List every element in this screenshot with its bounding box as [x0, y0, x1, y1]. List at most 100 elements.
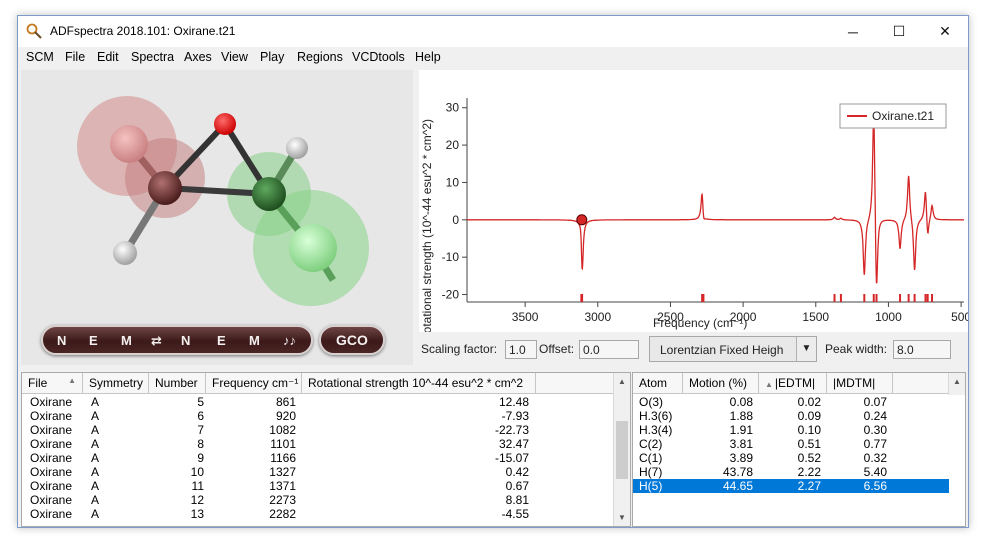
- table-row[interactable]: Oxirane A 13 2282 -4.55: [22, 507, 630, 521]
- table-cell: A: [91, 437, 100, 451]
- table-row[interactable]: C(1) 3.89 0.52 0.32: [633, 451, 949, 465]
- sound-icon[interactable]: ♪♪: [283, 333, 296, 348]
- x-tick-label: 3500: [512, 310, 539, 324]
- close-button[interactable]: ✕: [922, 16, 968, 47]
- table-cell: 1327: [269, 465, 296, 479]
- atom-h-top[interactable]: [286, 137, 308, 159]
- molecule-viewer[interactable]: N E M ⇄ N E M ♪♪ GCO: [21, 70, 413, 365]
- normal-vector-button[interactable]: N: [57, 333, 66, 348]
- atoms-scrollbar[interactable]: ▲: [948, 373, 965, 395]
- col-edtm[interactable]: ▲ |EDTM|: [759, 373, 827, 394]
- mdtm-sphere-button[interactable]: M: [249, 333, 260, 348]
- table-cell: C(2): [639, 437, 663, 451]
- table-row[interactable]: Oxirane A 7 1082 -22.73: [22, 423, 630, 437]
- lineshape-select[interactable]: Lorentzian Fixed Heigh ▼: [649, 336, 817, 362]
- table-row[interactable]: Oxirane A 9 1166 -15.07: [22, 451, 630, 465]
- col-mdtm[interactable]: |MDTM|: [827, 373, 893, 394]
- table-cell: 5: [197, 395, 204, 409]
- chevron-down-icon[interactable]: ▼: [796, 337, 816, 361]
- table-row[interactable]: H.3(6) 1.88 0.09 0.24: [633, 409, 949, 423]
- scroll-up-icon[interactable]: ▲: [949, 373, 965, 390]
- menu-axes[interactable]: Axes: [184, 50, 212, 64]
- modes-scrollbar[interactable]: ▲ ▼: [613, 373, 630, 526]
- table-row[interactable]: Oxirane A 8 1101 32.47: [22, 437, 630, 451]
- edtm-sphere-button[interactable]: E: [217, 333, 226, 348]
- table-cell: Oxirane: [30, 423, 73, 437]
- table-cell: 0.30: [863, 423, 887, 437]
- atoms-table[interactable]: Atom Motion (%) ▲ |EDTM| |MDTM| O(3) 0.08 0…: [632, 372, 966, 527]
- atom-h-bottom[interactable]: [113, 241, 137, 265]
- menu-edit[interactable]: Edit: [97, 50, 119, 64]
- table-row[interactable]: Oxirane A 12 2273 8.81: [22, 493, 630, 507]
- atom-o[interactable]: [214, 113, 236, 135]
- menu-bar: SCM File Edit Spectra Axes View Play Reg…: [18, 47, 968, 68]
- spectrum-plot[interactable]: Rotational strength (10^-44 esu^2 * cm^2…: [419, 70, 969, 332]
- scroll-up-icon[interactable]: ▲: [614, 373, 630, 390]
- menu-help[interactable]: Help: [415, 50, 441, 64]
- y-tick-label: 0: [452, 213, 459, 227]
- spectrum-controls: Scaling factor: 1.0 Offset: 0.0 Lorentzi…: [419, 332, 968, 364]
- menu-play[interactable]: Play: [260, 50, 284, 64]
- table-cell: Oxirane: [30, 493, 73, 507]
- scaling-factor-label: Scaling factor:: [421, 342, 498, 356]
- table-cell: 43.78: [722, 465, 753, 479]
- col-number[interactable]: Number: [149, 373, 206, 394]
- table-row[interactable]: Oxirane A 5 861 12.48: [22, 395, 630, 409]
- maximize-button[interactable]: ☐: [876, 16, 922, 47]
- table-row[interactable]: Oxirane A 10 1327 0.42: [22, 465, 630, 479]
- scroll-down-icon[interactable]: ▼: [614, 509, 630, 526]
- col-edtm-label: |EDTM|: [774, 376, 816, 390]
- col-symmetry[interactable]: Symmetry: [83, 373, 149, 394]
- menu-file[interactable]: File: [65, 50, 85, 64]
- table-row[interactable]: Oxirane A 11 1371 0.67: [22, 479, 630, 493]
- scaling-factor-input[interactable]: 1.0: [505, 340, 537, 359]
- mdtm-vector-button[interactable]: M: [121, 333, 132, 348]
- table-cell: C(1): [639, 451, 663, 465]
- table-row[interactable]: Oxirane A 6 920 -7.93: [22, 409, 630, 423]
- col-frequency[interactable]: Frequency cm⁻¹: [206, 373, 302, 394]
- table-cell: 5.40: [863, 465, 887, 479]
- menu-spectra[interactable]: Spectra: [131, 50, 174, 64]
- menu-regions[interactable]: Regions: [297, 50, 343, 64]
- normal-sphere-button[interactable]: N: [181, 333, 190, 348]
- table-cell: 0.08: [729, 395, 753, 409]
- menu-view[interactable]: View: [221, 50, 248, 64]
- table-cell: 1371: [269, 479, 296, 493]
- table-cell: 6.56: [863, 479, 887, 493]
- spectrum-chart[interactable]: Rotational strength (10^-44 esu^2 * cm^2…: [419, 70, 969, 332]
- col-file[interactable]: File ▲: [22, 373, 83, 394]
- y-tick-label: 30: [446, 101, 460, 115]
- col-atom[interactable]: Atom: [633, 373, 683, 394]
- modes-table[interactable]: File ▲ Symmetry Number Frequency cm⁻¹ Ro…: [21, 372, 631, 527]
- offset-label: Offset:: [539, 342, 575, 356]
- table-row[interactable]: C(2) 3.81 0.51 0.77: [633, 437, 949, 451]
- menu-vcdtools[interactable]: VCDtools: [352, 50, 405, 64]
- x-tick-label: 500: [951, 310, 969, 324]
- col-motion[interactable]: Motion (%): [683, 373, 759, 394]
- table-row[interactable]: H(7) 43.78 2.22 5.40: [633, 465, 949, 479]
- peak-width-input[interactable]: 8.0: [893, 340, 951, 359]
- offset-input[interactable]: 0.0: [579, 340, 639, 359]
- atom-h-right[interactable]: [289, 224, 337, 272]
- atom-c1[interactable]: [148, 171, 182, 205]
- table-cell: 9: [197, 451, 204, 465]
- edtm-vector-button[interactable]: E: [89, 333, 98, 348]
- table-cell: 0.52: [797, 451, 821, 465]
- scroll-thumb[interactable]: [616, 421, 628, 479]
- table-cell: 0.24: [863, 409, 887, 423]
- swap-icon[interactable]: ⇄: [151, 333, 162, 349]
- col-rotational-strength[interactable]: Rotational strength 10^-44 esu^2 * cm^2: [302, 373, 536, 394]
- table-cell: 0.09: [797, 409, 821, 423]
- gco-button[interactable]: GCO: [321, 332, 383, 348]
- molecule-toolbar: N E M ⇄ N E M ♪♪ GCO: [21, 320, 393, 360]
- table-row[interactable]: O(3) 0.08 0.02 0.07: [633, 395, 949, 409]
- atom-h-left[interactable]: [110, 125, 148, 163]
- table-cell: 1.91: [729, 423, 753, 437]
- title-bar: ADFspectra 2018.101: Oxirane.t21 ─ ☐ ✕: [18, 16, 968, 47]
- table-row-selected[interactable]: H(5) 44.65 2.27 6.56: [633, 479, 949, 493]
- atom-c2[interactable]: [252, 177, 286, 211]
- table-row[interactable]: H.3(4) 1.91 0.10 0.30: [633, 423, 949, 437]
- minimize-button[interactable]: ─: [830, 16, 876, 47]
- table-cell: O(3): [639, 395, 663, 409]
- menu-scm[interactable]: SCM: [26, 50, 54, 64]
